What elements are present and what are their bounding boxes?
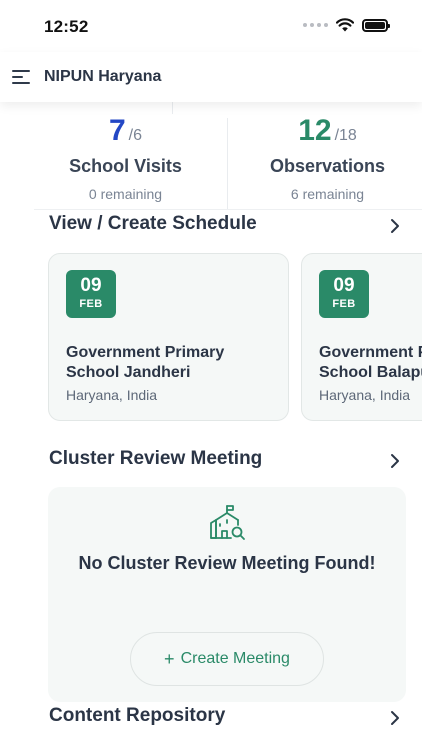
- school-location: Haryana, India: [66, 387, 158, 403]
- school-visits-stat[interactable]: 7 /6 School Visits 0 remaining: [20, 102, 231, 210]
- school-location: Haryana, India: [319, 387, 411, 403]
- cluster-section-header[interactable]: Cluster Review Meeting: [49, 448, 422, 476]
- content-section-header[interactable]: Content Repository: [49, 705, 422, 733]
- chevron-right-icon: [391, 454, 399, 468]
- date-month: FEB: [79, 298, 103, 310]
- plus-icon: +: [164, 649, 175, 669]
- menu-icon[interactable]: [12, 70, 32, 84]
- app-title: NIPUN Haryana: [44, 68, 162, 85]
- observations-total: /18: [334, 127, 357, 144]
- observations-remaining: 6 remaining: [290, 186, 365, 202]
- app-header: NIPUN Haryana: [0, 52, 422, 102]
- create-meeting-button[interactable]: + Create Meeting: [130, 632, 324, 686]
- school-visits-total: /6: [128, 127, 143, 144]
- chevron-right-icon: [391, 219, 399, 233]
- wifi-icon: [336, 18, 354, 32]
- schedule-card[interactable]: 09 FEB Government Primary School Balapur…: [301, 253, 422, 421]
- chevron-right-icon: [391, 711, 399, 725]
- school-name: Government Primary School Jandheri: [66, 344, 225, 381]
- date-badge: 09 FEB: [319, 270, 369, 318]
- school-visits-remaining: 0 remaining: [88, 186, 163, 202]
- date-badge: 09 FEB: [66, 270, 116, 318]
- status-time: 12:52: [44, 17, 89, 36]
- cluster-section-title: Cluster Review Meeting: [49, 448, 263, 469]
- status-bar: 12:52: [0, 0, 422, 52]
- cellular-signal-icon: [303, 23, 328, 27]
- school-name: Government Primary School Balapur: [319, 344, 422, 381]
- schedule-section-header[interactable]: View / Create Schedule: [49, 213, 422, 241]
- school-visits-label: School Visits: [69, 156, 182, 176]
- create-meeting-label: Create Meeting: [180, 650, 290, 667]
- schedule-section-title: View / Create Schedule: [49, 213, 257, 234]
- observations-label: Observations: [269, 156, 386, 176]
- date-day: 09: [80, 275, 102, 296]
- cluster-empty-state: No Cluster Review Meeting Found! + Creat…: [48, 487, 406, 702]
- school-search-icon: [210, 505, 245, 540]
- battery-icon: [362, 18, 390, 32]
- schedule-carousel[interactable]: 09 FEB Government Primary School Jandher…: [48, 253, 422, 423]
- date-day: 09: [333, 275, 355, 296]
- content-section-title: Content Repository: [49, 705, 226, 726]
- observations-stat[interactable]: 12 /18 Observations 6 remaining: [222, 102, 422, 210]
- empty-state-message: No Cluster Review Meeting Found!: [78, 553, 376, 573]
- status-icons: [303, 18, 390, 32]
- stats-summary: 7 /6 School Visits 0 remaining 12 /18 Ob…: [0, 102, 422, 210]
- schedule-card[interactable]: 09 FEB Government Primary School Jandher…: [48, 253, 289, 421]
- date-month: FEB: [332, 298, 356, 310]
- divider: [34, 209, 422, 210]
- school-visits-count: 7: [108, 114, 126, 147]
- observations-count: 12: [298, 114, 332, 147]
